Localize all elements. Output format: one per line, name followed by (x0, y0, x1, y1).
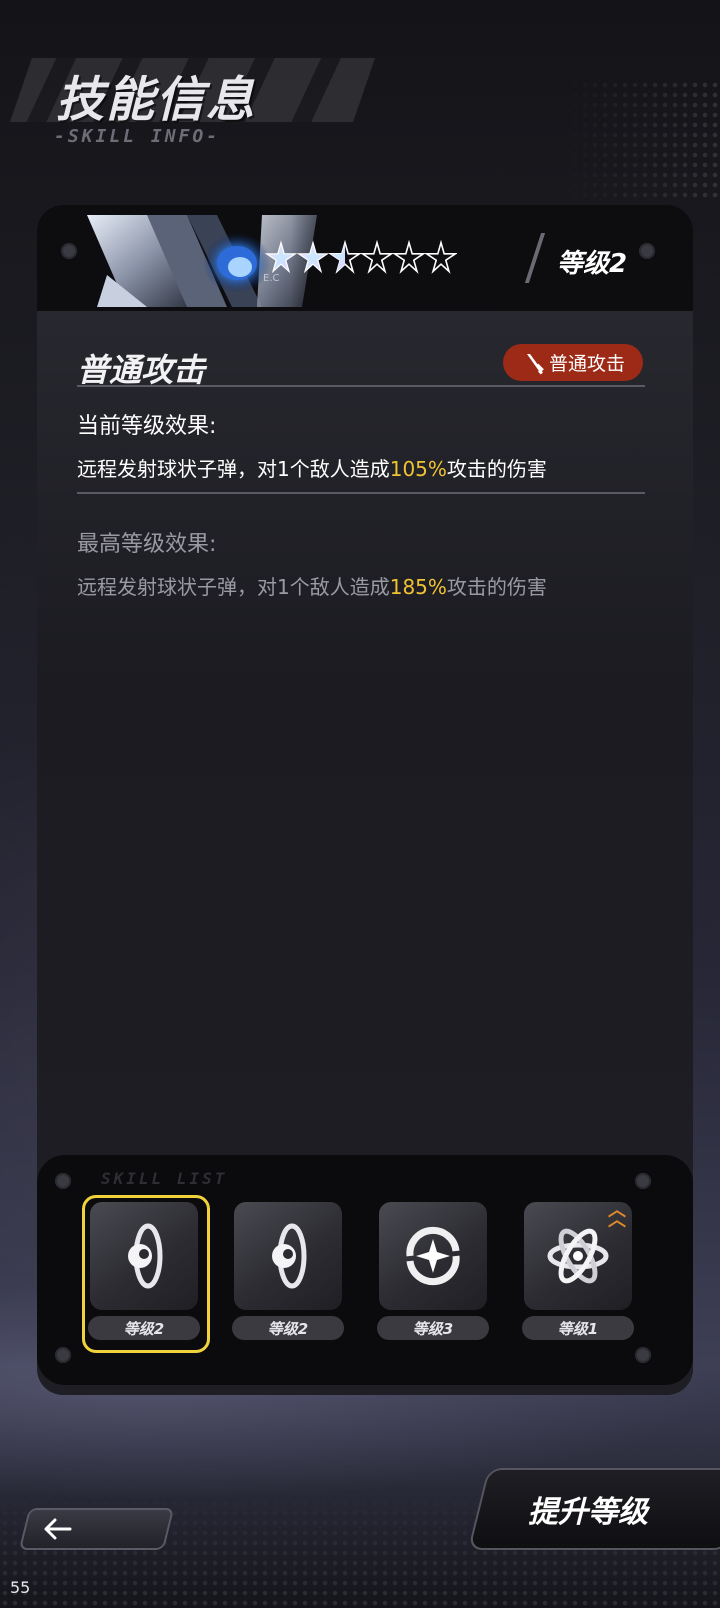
upgrade-level-label: 提升等级 (528, 1495, 648, 1530)
star-empty-icon (393, 239, 425, 274)
bolt-decoration (61, 243, 77, 259)
dot-pattern-decoration (560, 80, 720, 200)
upgrade-level-button[interactable]: 提升等级 (467, 1468, 720, 1550)
fps-counter: 55 (10, 1578, 31, 1597)
slash-divider (524, 233, 546, 283)
skill-type-label: 普通攻击 (548, 353, 625, 375)
page-subtitle: -SKILL INFO- (54, 126, 221, 147)
section-divider (77, 385, 645, 387)
level-option-label: 等级2 (232, 1316, 344, 1340)
star-full-icon (265, 240, 297, 274)
star-empty-icon (425, 239, 457, 274)
level-option-icon-box: ︿ ︿ (524, 1202, 632, 1310)
skill-card-header: E.C 等级2 (37, 205, 693, 311)
current-effect-text: 远程发射球状子弹，对1个敌人造成105%攻击的伤害 (77, 453, 547, 482)
level-option-label: 等级2 (88, 1316, 200, 1340)
level-option-label: 等级1 (522, 1316, 634, 1340)
atom-icon (547, 1228, 609, 1284)
level-option-4[interactable]: ︿ ︿ 等级1 (522, 1202, 634, 1352)
bolt-decoration (55, 1347, 71, 1363)
current-effect-value: 105% (389, 457, 447, 481)
level-option-label: 等级3 (377, 1316, 489, 1340)
section-divider (77, 492, 645, 494)
star-half-icon (329, 239, 361, 274)
bolt-decoration (635, 1347, 651, 1363)
bolt-decoration (55, 1173, 71, 1189)
max-effect-text-after: 攻击的伤害 (446, 575, 547, 599)
back-button[interactable] (18, 1508, 175, 1550)
level-option-icon-box (379, 1202, 487, 1310)
sword-icon (526, 353, 544, 374)
upgrade-available-icon: ︿ ︿ (608, 1200, 626, 1231)
orbit-sphere-icon (128, 1223, 163, 1289)
max-effect-value: 185% (389, 575, 447, 599)
max-effect-text: 远程发射球状子弹，对1个敌人造成185%攻击的伤害 (77, 571, 547, 600)
skill-level-selector: SKILL LIST 等级2 等级2 等级3 ︿ ︿ 等级1 (37, 1155, 693, 1385)
level-option-3[interactable]: 等级3 (377, 1202, 489, 1352)
star-full-icon (297, 240, 329, 274)
level-option-2[interactable]: 等级2 (232, 1202, 344, 1352)
orbit-sphere-icon (272, 1223, 307, 1289)
bolt-decoration (639, 243, 655, 259)
page-title: 技能信息 (56, 72, 257, 128)
current-effect-label: 当前等级效果: (77, 414, 217, 439)
skill-star-rating (265, 237, 457, 277)
level-option-icon-box (234, 1202, 342, 1310)
current-effect-text-after: 攻击的伤害 (446, 457, 547, 481)
max-effect-label: 最高等级效果: (77, 532, 217, 557)
bolt-decoration (635, 1173, 651, 1189)
level-option-1[interactable]: 等级2 (82, 1195, 210, 1353)
star-empty-icon (361, 239, 393, 274)
compass-star-icon (406, 1226, 460, 1286)
skill-type-badge: 普通攻击 (503, 344, 643, 381)
skill-level-label: 等级2 (557, 249, 628, 279)
current-effect-text-before: 远程发射球状子弹，对1个敌人造成 (77, 457, 390, 481)
arrow-left-icon (44, 1518, 72, 1540)
level-option-icon-box (90, 1202, 198, 1310)
max-effect-text-before: 远程发射球状子弹，对1个敌人造成 (77, 575, 390, 599)
skill-list-decoration: SKILL LIST (101, 1169, 228, 1188)
